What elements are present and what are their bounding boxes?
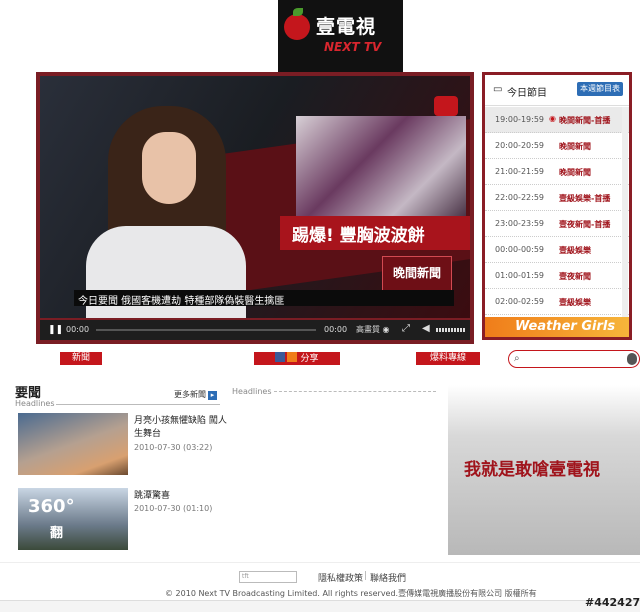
headlines-section2-label: Headlines bbox=[232, 387, 272, 396]
story-thumbnail[interactable] bbox=[18, 413, 128, 475]
logo-english-text: NEXT TV bbox=[324, 40, 382, 54]
weather-girls-banner[interactable]: Weather Girls bbox=[485, 317, 629, 337]
headlines-subtitle: Headlines bbox=[15, 399, 55, 408]
live-icon: ◉ bbox=[549, 114, 556, 123]
more-news-link[interactable]: 更多新聞 ▸ bbox=[174, 389, 217, 400]
search-input[interactable]: ⌕ bbox=[508, 350, 640, 368]
news-ticker: 今日要聞 俄國客機遭劫 特種部隊偽裝醫生擒匪 bbox=[74, 290, 454, 307]
schedule-row[interactable]: 00:00-00:59 壹級娛樂 bbox=[485, 237, 629, 263]
current-time: 00:00 bbox=[66, 325, 90, 334]
news-story[interactable]: 360° 翻 跳潭驚喜 2010-07-30 (01:10) bbox=[18, 488, 228, 550]
total-time: 00:00 bbox=[324, 325, 348, 334]
calendar-icon: ▭ bbox=[493, 84, 503, 95]
search-submit-button[interactable] bbox=[627, 353, 637, 365]
story-thumbnail[interactable]: 360° 翻 bbox=[18, 488, 128, 550]
schedule-panel: ▭ 今日節目 本週節目表 19:00-19:59 ◉ 晚間新聞-首播 20:00-2… bbox=[482, 72, 632, 340]
news-program-badge: 晚間新聞 bbox=[382, 256, 452, 292]
schedule-row[interactable]: 23:00-23:59 壹夜新聞-首播 bbox=[485, 211, 629, 237]
weekly-schedule-button[interactable]: 本週節目表 bbox=[577, 82, 623, 96]
schedule-row[interactable]: 01:00-01:59 壹夜新聞 bbox=[485, 263, 629, 289]
schedule-row[interactable]: 20:00-20:59 晚間新聞 bbox=[485, 133, 629, 159]
channel-bug-icon bbox=[434, 96, 458, 116]
footer-divider bbox=[0, 562, 640, 563]
contact-us-link[interactable]: 聯絡我們 bbox=[370, 571, 406, 584]
site-logo[interactable]: 壹電視 NEXT TV bbox=[278, 0, 403, 72]
bottom-bar bbox=[0, 600, 640, 612]
watermark: #442427 bbox=[585, 596, 640, 609]
volume-slider[interactable] bbox=[436, 328, 466, 332]
story-headline[interactable]: 跳潭驚喜 bbox=[134, 490, 229, 503]
schedule-title: 今日節目 bbox=[507, 88, 547, 99]
promo-banner[interactable]: 我就是敢嗆壹電視 bbox=[448, 385, 640, 555]
news-story[interactable]: 月亮小孩無懼缺陷 闖人生舞台 2010-07-30 (03:22) bbox=[18, 413, 228, 475]
seek-bar[interactable] bbox=[96, 329, 316, 331]
share-button[interactable]: 分享 bbox=[254, 352, 340, 365]
search-icon: ⌕ bbox=[514, 353, 520, 364]
story-headline[interactable]: 月亮小孩無懼缺陷 闖人生舞台 bbox=[134, 415, 229, 441]
schedule-header: ▭ 今日節目 本週節目表 bbox=[485, 75, 629, 106]
schedule-scrollbar[interactable] bbox=[622, 107, 628, 317]
story-date: 2010-07-30 (03:22) bbox=[134, 443, 213, 452]
pause-icon[interactable]: ❚❚ bbox=[48, 325, 63, 335]
arrow-right-icon: ▸ bbox=[208, 391, 217, 400]
divider bbox=[56, 404, 220, 405]
schedule-row[interactable]: 22:00-22:59 壹級娛樂-首播 bbox=[485, 185, 629, 211]
schedule-row[interactable]: 19:00-19:59 ◉ 晚間新聞-首播 bbox=[485, 107, 629, 133]
news-button[interactable]: 新聞 bbox=[60, 352, 102, 365]
footer-badge: tft bbox=[239, 571, 297, 583]
logo-chinese-text: 壹電視 bbox=[316, 16, 377, 38]
copyright-text: © 2010 Next TV Broadcasting Limited. All… bbox=[165, 589, 537, 598]
video-player: 踢爆! 豐胸波波餅 晚間新聞 今日要聞 俄國客機遭劫 特種部隊偽裝醫生擒匪 ❚❚… bbox=[36, 72, 474, 344]
schedule-row[interactable]: 02:00-02:59 壹級娛樂 bbox=[485, 289, 629, 315]
video-inset-image bbox=[296, 116, 466, 226]
video-frame[interactable]: 踢爆! 豐胸波波餅 晚間新聞 今日要聞 俄國客機遭劫 特種部隊偽裝醫生擒匪 bbox=[40, 76, 470, 318]
facebook-icon bbox=[275, 352, 286, 362]
footer-separator: | bbox=[364, 571, 368, 581]
divider bbox=[274, 391, 436, 392]
volume-icon[interactable]: ◀ bbox=[422, 323, 430, 334]
fullscreen-icon[interactable]: ⤢ bbox=[402, 323, 410, 334]
player-controls: ❚❚ 00:00 00:00 高畫質 ◉ ⤢ ◀ bbox=[40, 320, 470, 340]
plurk-icon bbox=[287, 352, 298, 362]
schedule-row[interactable]: 21:00-21:59 晚間新聞 bbox=[485, 159, 629, 185]
logo-mark-icon bbox=[284, 8, 310, 40]
quality-toggle[interactable]: 高畫質 ◉ bbox=[356, 324, 390, 335]
story-date: 2010-07-30 (01:10) bbox=[134, 504, 213, 513]
tips-hotline-button[interactable]: 爆料專線 bbox=[416, 352, 480, 365]
schedule-list: 19:00-19:59 ◉ 晚間新聞-首播 20:00-20:59 晚間新聞 21:0… bbox=[485, 107, 629, 315]
privacy-policy-link[interactable]: 隱私權政策 bbox=[318, 571, 363, 584]
video-banner: 踢爆! 豐胸波波餅 bbox=[280, 216, 470, 250]
